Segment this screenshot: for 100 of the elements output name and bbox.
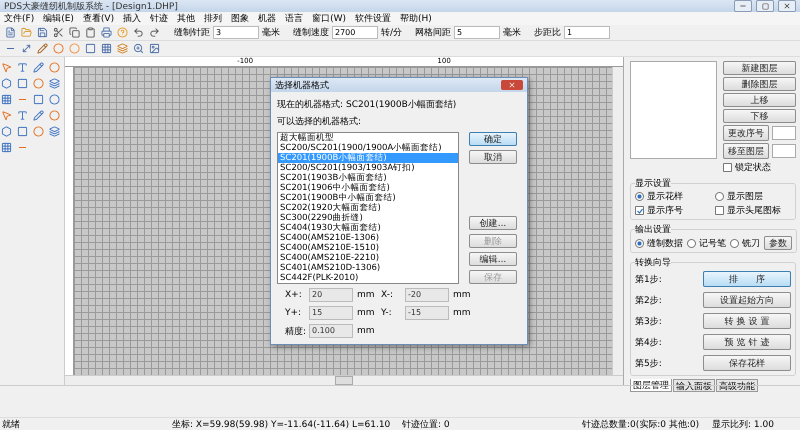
- list-item[interactable]: SC202(1920大幅面套结): [278, 203, 458, 213]
- close-icon[interactable]: [778, 0, 796, 12]
- menu-item[interactable]: 插入: [123, 12, 142, 25]
- tool-icon[interactable]: [0, 141, 13, 154]
- menu-item[interactable]: 窗口(W): [312, 12, 346, 25]
- menu-item[interactable]: 软件设置: [355, 12, 392, 25]
- step-button[interactable]: 设置起始方向: [703, 292, 791, 308]
- tool-icon[interactable]: [32, 61, 45, 74]
- radio-option[interactable]: 缝制数据: [635, 236, 683, 250]
- tool-icon[interactable]: [32, 93, 45, 106]
- menu-item[interactable]: 图象: [231, 12, 250, 25]
- radio-option[interactable]: 铣刀: [730, 236, 760, 250]
- step-button[interactable]: 排 序: [703, 271, 791, 287]
- spin-field[interactable]: 3: [213, 26, 259, 39]
- list-item[interactable]: SC201(1903B小幅面套结): [278, 173, 458, 183]
- list-item[interactable]: SC401(AMS210D-1306): [278, 263, 458, 273]
- input-field[interactable]: 20: [309, 288, 353, 302]
- tool-icon[interactable]: [48, 61, 61, 74]
- layer-button[interactable]: 删除图层: [723, 77, 796, 91]
- spin-field[interactable]: 5: [454, 26, 500, 39]
- spin-field[interactable]: 2700: [332, 26, 378, 39]
- list-item[interactable]: SC201(1900B中小幅面套结): [278, 193, 458, 203]
- input-field[interactable]: -20: [405, 288, 449, 302]
- checkbox-option[interactable]: 显示序号: [635, 204, 711, 217]
- tool-icon[interactable]: [48, 125, 61, 138]
- undo-icon[interactable]: [132, 26, 145, 39]
- layer-button[interactable]: 更改序号: [723, 125, 769, 141]
- tool-icon[interactable]: [0, 93, 13, 106]
- tool-icon[interactable]: [16, 77, 29, 90]
- close-icon[interactable]: [501, 80, 523, 90]
- step-button[interactable]: 转 换 设 置: [703, 313, 791, 329]
- input-field[interactable]: 0.100: [309, 324, 353, 338]
- list-item[interactable]: SC200/SC201(1900/1900A小幅面套结): [278, 143, 458, 153]
- layer-button[interactable]: 移至图层: [723, 143, 769, 159]
- menu-item[interactable]: 其他: [177, 12, 196, 25]
- tool-icon[interactable]: [0, 77, 13, 90]
- new-file-icon[interactable]: [4, 26, 17, 39]
- picture-icon[interactable]: [148, 42, 161, 55]
- horizontal-scrollbar[interactable]: [65, 375, 623, 385]
- list-item[interactable]: SC404(1930大幅面套结): [278, 223, 458, 233]
- dialog-button[interactable]: 创建...: [469, 216, 517, 230]
- tool-icon[interactable]: [0, 61, 13, 74]
- dialog-button[interactable]: 确定: [469, 132, 517, 146]
- print-icon[interactable]: [100, 26, 113, 39]
- radio-option[interactable]: 显示花样: [635, 190, 711, 203]
- dialog-button[interactable]: 取消: [469, 150, 517, 164]
- input-field[interactable]: [772, 144, 796, 158]
- list-item[interactable]: SC201(1906中小幅面套结): [278, 183, 458, 193]
- spin-field[interactable]: 1: [564, 26, 610, 39]
- layer-button[interactable]: 新建图层: [723, 61, 796, 75]
- tool-icon[interactable]: [48, 93, 61, 106]
- tool-icon[interactable]: [32, 77, 45, 90]
- maximize-icon[interactable]: [756, 0, 774, 12]
- tool-icon[interactable]: [0, 109, 13, 122]
- input-field[interactable]: -15: [405, 306, 449, 320]
- save-icon[interactable]: [36, 26, 49, 39]
- paste-icon[interactable]: [84, 26, 97, 39]
- grid-icon[interactable]: [100, 42, 113, 55]
- square-icon[interactable]: [84, 42, 97, 55]
- layers-icon[interactable]: [116, 42, 129, 55]
- tool-icon[interactable]: [16, 109, 29, 122]
- step-button[interactable]: 保存花样: [703, 355, 791, 371]
- zoom-icon[interactable]: [132, 42, 145, 55]
- list-item[interactable]: SC300(2290曲折缝): [278, 213, 458, 223]
- tool-icon[interactable]: [16, 61, 29, 74]
- cut-icon[interactable]: [52, 26, 65, 39]
- radio-option[interactable]: 记号笔: [687, 236, 726, 250]
- dialog-button[interactable]: 编辑...: [469, 252, 517, 266]
- menu-item[interactable]: 帮助(H): [400, 12, 432, 25]
- layer-button[interactable]: 上移: [723, 93, 796, 107]
- tool-icon[interactable]: [32, 109, 45, 122]
- radio-option[interactable]: 显示图层: [715, 190, 791, 203]
- list-item[interactable]: SC400(AMS210E-1306): [278, 233, 458, 243]
- list-item[interactable]: 超大幅面机型: [278, 133, 458, 143]
- input-field[interactable]: 15: [309, 306, 353, 320]
- tool-icon[interactable]: [48, 109, 61, 122]
- diagonal-icon[interactable]: [20, 42, 33, 55]
- redo-icon[interactable]: [148, 26, 161, 39]
- menu-item[interactable]: 排列: [204, 12, 222, 25]
- input-field[interactable]: [772, 126, 796, 140]
- menu-item[interactable]: 文件(F): [4, 12, 34, 25]
- pencil-icon[interactable]: [36, 42, 49, 55]
- menu-item[interactable]: 针迹: [150, 12, 168, 25]
- menu-item[interactable]: 编辑(E): [43, 12, 74, 25]
- list-item[interactable]: SC400(AMS210E-1510): [278, 243, 458, 253]
- list-item[interactable]: SC400(AMS210E-2210): [278, 253, 458, 263]
- tool-icon[interactable]: [0, 125, 13, 138]
- menu-item[interactable]: 查看(V): [82, 12, 114, 25]
- folder-icon[interactable]: [20, 26, 33, 39]
- lock-checkbox[interactable]: 锁定状态: [723, 161, 796, 174]
- list-item[interactable]: SC442F(PLK-2010): [278, 273, 458, 283]
- menu-item[interactable]: 语言: [285, 12, 304, 25]
- layer-button[interactable]: 下移: [723, 109, 796, 123]
- menu-item[interactable]: 机器: [258, 12, 276, 25]
- checkbox-option[interactable]: 显示头尾图标: [715, 204, 791, 217]
- circle-icon[interactable]: [52, 42, 65, 55]
- format-list[interactable]: [277, 132, 459, 284]
- copy-icon[interactable]: [68, 26, 81, 39]
- minimize-icon[interactable]: [734, 0, 752, 12]
- tool-icon[interactable]: [16, 125, 29, 138]
